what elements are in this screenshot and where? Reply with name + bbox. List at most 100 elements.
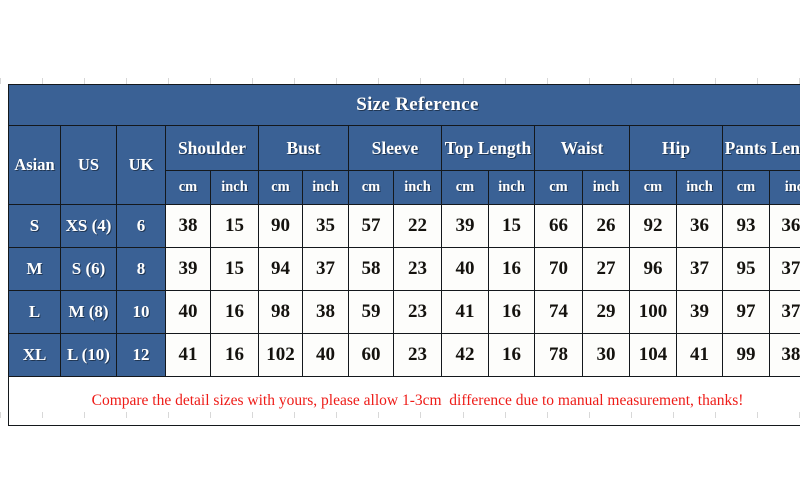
- unit-bust-cm: cm: [258, 170, 303, 205]
- cell-value: 41: [441, 290, 489, 334]
- cell-value: 92: [629, 204, 677, 248]
- measurement-note: Compare the detail sizes with yours, ple…: [7, 376, 800, 426]
- row-size-us: S (6): [60, 247, 117, 291]
- cell-value: 35: [302, 204, 349, 248]
- cell-value: 36.3: [768, 204, 800, 248]
- column-header-us: US: [60, 125, 117, 205]
- cell-value: 78: [534, 333, 583, 377]
- unit-sleeve-inch: inch: [393, 170, 442, 205]
- unit-waist-inch: inch: [582, 170, 630, 205]
- table-title-row: Size Reference: [7, 84, 800, 126]
- row-size-uk: 6: [116, 204, 166, 248]
- unit-sleeve-cm: cm: [348, 170, 394, 205]
- column-header-asian: Asian: [8, 125, 61, 205]
- row-size-us: XS (4): [60, 204, 117, 248]
- row-size-us: L (10): [60, 333, 117, 377]
- group-header-pants-length: Pants Length: [721, 125, 800, 171]
- cell-value: 36: [676, 204, 723, 248]
- group-header-bust: Bust: [258, 125, 349, 171]
- cell-value: 60: [348, 333, 394, 377]
- cell-value: 27: [582, 247, 630, 291]
- top-ruler-ticks: [0, 76, 800, 84]
- size-reference-table-container: Size Reference Asian US UK Shoulder Bust…: [7, 84, 800, 426]
- cell-value: 42: [441, 333, 489, 377]
- table-row: M S (6) 8 39 15 94 37 58 23 40 16 70 27 …: [8, 247, 800, 291]
- cell-value: 40: [302, 333, 349, 377]
- cell-value: 38: [165, 204, 211, 248]
- cell-value: 39: [676, 290, 723, 334]
- unit-top-length-cm: cm: [441, 170, 489, 205]
- cell-value: 57: [348, 204, 394, 248]
- row-size-uk: 8: [116, 247, 166, 291]
- cell-value: 58: [348, 247, 394, 291]
- cell-value: 16: [488, 333, 535, 377]
- cell-value: 40: [165, 290, 211, 334]
- cell-value: 37: [676, 247, 723, 291]
- cell-value: 38.6: [768, 333, 800, 377]
- group-header-shoulder: Shoulder: [165, 125, 259, 171]
- cell-value: 38: [302, 290, 349, 334]
- table-row: L M (8) 10 40 16 98 38 59 23 41 16 74 29…: [8, 290, 800, 334]
- table-row: S XS (4) 6 38 15 90 35 57 22 39 15 66 26…: [8, 204, 800, 248]
- table-row: XL L (10) 12 41 16 102 40 60 23 42 16 78…: [8, 333, 800, 377]
- cell-value: 37.8: [768, 290, 800, 334]
- cell-value: 16: [488, 247, 535, 291]
- row-size-asian: L: [8, 290, 61, 334]
- cell-value: 93: [722, 204, 770, 248]
- unit-hip-inch: inch: [676, 170, 723, 205]
- row-size-uk: 12: [116, 333, 166, 377]
- cell-value: 15: [210, 204, 259, 248]
- group-header-sleeve: Sleeve: [348, 125, 442, 171]
- unit-waist-cm: cm: [534, 170, 583, 205]
- cell-value: 40: [441, 247, 489, 291]
- cell-value: 98: [258, 290, 303, 334]
- unit-top-length-inch: inch: [488, 170, 535, 205]
- cell-value: 39: [441, 204, 489, 248]
- cell-value: 95: [722, 247, 770, 291]
- group-header-hip: Hip: [629, 125, 723, 171]
- size-reference-table: Size Reference Asian US UK Shoulder Bust…: [7, 84, 800, 426]
- cell-value: 16: [210, 290, 259, 334]
- cell-value: 39: [165, 247, 211, 291]
- unit-pants-length-inch: inch: [768, 170, 800, 205]
- cell-value: 97: [722, 290, 770, 334]
- cell-value: 96: [629, 247, 677, 291]
- group-header-waist: Waist: [534, 125, 630, 171]
- cell-value: 15: [488, 204, 535, 248]
- cell-value: 37.1: [768, 247, 800, 291]
- unit-hip-cm: cm: [629, 170, 677, 205]
- cell-value: 66: [534, 204, 583, 248]
- unit-bust-inch: inch: [302, 170, 349, 205]
- cell-value: 16: [210, 333, 259, 377]
- cell-value: 90: [258, 204, 303, 248]
- row-size-asian: M: [8, 247, 61, 291]
- row-size-asian: S: [8, 204, 61, 248]
- cell-value: 94: [258, 247, 303, 291]
- unit-pants-length-cm: cm: [722, 170, 770, 205]
- cell-value: 41: [676, 333, 723, 377]
- cell-value: 99: [722, 333, 770, 377]
- cell-value: 23: [393, 290, 442, 334]
- cell-value: 102: [258, 333, 303, 377]
- cell-value: 23: [393, 333, 442, 377]
- cell-value: 74: [534, 290, 583, 334]
- cell-value: 15: [210, 247, 259, 291]
- row-size-us: M (8): [60, 290, 117, 334]
- note-row: Compare the detail sizes with yours, ple…: [7, 376, 800, 426]
- group-header-row: Asian US UK Shoulder Bust Sleeve Top Len…: [8, 125, 800, 205]
- row-size-asian: XL: [8, 333, 61, 377]
- cell-value: 100: [629, 290, 677, 334]
- cell-value: 23: [393, 247, 442, 291]
- cell-value: 37: [302, 247, 349, 291]
- unit-shoulder-cm: cm: [165, 170, 211, 205]
- cell-value: 70: [534, 247, 583, 291]
- group-header-top-length: Top Length: [441, 125, 535, 171]
- cell-value: 59: [348, 290, 394, 334]
- table-title: Size Reference: [7, 84, 800, 126]
- row-size-uk: 10: [116, 290, 166, 334]
- cell-value: 104: [629, 333, 677, 377]
- cell-value: 16: [488, 290, 535, 334]
- unit-shoulder-inch: inch: [210, 170, 259, 205]
- cell-value: 22: [393, 204, 442, 248]
- cell-value: 29: [582, 290, 630, 334]
